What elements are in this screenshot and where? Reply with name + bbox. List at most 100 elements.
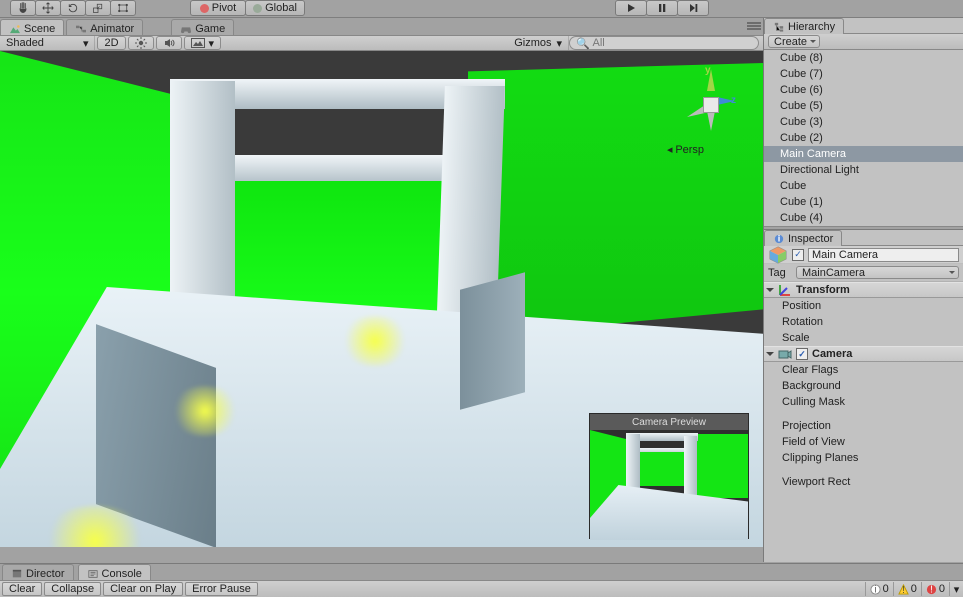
inspector-icon: i	[773, 234, 785, 244]
hierarchy-item[interactable]: Cube (7)	[764, 66, 963, 82]
console-clear-on-play-button[interactable]: Clear on Play	[103, 582, 183, 596]
tab-scene[interactable]: Scene	[0, 19, 64, 35]
console-icon	[87, 569, 99, 579]
hierarchy-item[interactable]: Directional Light	[764, 162, 963, 178]
scene-icon	[9, 24, 21, 34]
toggle-2d[interactable]: 2D	[97, 36, 125, 50]
transform-property[interactable]: Rotation	[764, 314, 963, 330]
tab-game-label: Game	[195, 23, 225, 35]
toggle-audio[interactable]	[156, 36, 182, 50]
camera-preview-title: Camera Preview	[590, 414, 748, 430]
svg-text:!: !	[930, 584, 933, 595]
hierarchy-item[interactable]: Cube	[764, 178, 963, 194]
right-column: Hierarchy Create Cube (8)Cube (7)Cube (6…	[763, 18, 963, 562]
scale-tool-button[interactable]	[85, 0, 111, 16]
hierarchy-item[interactable]: Cube (2)	[764, 130, 963, 146]
handle-mode-group: Pivot Global	[190, 0, 304, 16]
search-icon: 🔍	[576, 37, 590, 50]
hierarchy-item[interactable]: Cube (5)	[764, 98, 963, 114]
console-menu-icon[interactable]: ▾	[949, 582, 963, 596]
camera-property[interactable]: Field of View	[764, 434, 963, 450]
scene-search-input[interactable]: 🔍 All	[569, 36, 759, 50]
hierarchy-item[interactable]: Cube (6)	[764, 82, 963, 98]
tab-game[interactable]: Game	[171, 19, 234, 35]
error-icon: !	[926, 584, 937, 595]
toggle-fx[interactable]: ▾	[184, 36, 222, 50]
transform-property[interactable]: Scale	[764, 330, 963, 346]
console-info-count[interactable]: i0	[865, 582, 893, 596]
svg-text:i: i	[778, 234, 781, 244]
hierarchy-item[interactable]: Cube (1)	[764, 194, 963, 210]
camera-property[interactable]: Culling Mask	[764, 394, 963, 410]
camera-icon	[778, 347, 792, 361]
rect-tool-button[interactable]	[110, 0, 136, 16]
console-error-pause-button[interactable]: Error Pause	[185, 582, 258, 596]
tab-hierarchy[interactable]: Hierarchy	[764, 18, 844, 34]
pivot-button[interactable]: Pivot	[190, 0, 246, 16]
pause-button[interactable]	[646, 0, 678, 16]
camera-property[interactable]: Clipping Planes	[764, 450, 963, 466]
global-button[interactable]: Global	[245, 0, 305, 16]
animator-icon	[75, 24, 87, 34]
orientation-gizmo[interactable]: y z ◂ Persp	[675, 61, 745, 151]
gameobject-enabled-checkbox[interactable]: ✓	[792, 249, 804, 261]
hierarchy-item[interactable]: Cube (8)	[764, 50, 963, 66]
move-tool-button[interactable]	[35, 0, 61, 16]
persp-label: Persp	[675, 144, 704, 156]
panel-menu-icon[interactable]	[747, 22, 761, 32]
gameobject-header: ✓ Main Camera	[764, 246, 963, 264]
sun-icon	[135, 37, 147, 49]
director-icon	[11, 569, 23, 579]
game-icon	[180, 24, 192, 34]
spacer	[764, 466, 963, 474]
transform-property[interactable]: Position	[764, 298, 963, 314]
audio-icon	[163, 37, 175, 49]
tab-scene-label: Scene	[24, 23, 55, 35]
console-error-count[interactable]: !0	[921, 582, 949, 596]
tag-label: Tag	[768, 267, 792, 279]
hierarchy-toolbar: Create	[764, 34, 963, 50]
rotate-tool-button[interactable]	[60, 0, 86, 16]
toggle-lighting[interactable]	[128, 36, 154, 50]
camera-component-header[interactable]: ✓ Camera	[764, 346, 963, 362]
tab-animator[interactable]: Animator	[66, 19, 143, 35]
tag-row: Tag MainCamera	[764, 264, 963, 282]
gameobject-name-field[interactable]: Main Camera	[808, 248, 959, 262]
hierarchy-list[interactable]: Cube (8)Cube (7)Cube (6)Cube (5)Cube (3)…	[764, 50, 963, 226]
hierarchy-create-dropdown[interactable]: Create	[768, 35, 820, 48]
transform-component-header[interactable]: Transform	[764, 282, 963, 298]
console-toolbar: Clear Collapse Clear on Play Error Pause…	[0, 580, 963, 597]
camera-enabled-checkbox[interactable]: ✓	[796, 348, 808, 360]
camera-preview: Camera Preview	[589, 413, 749, 539]
hierarchy-item[interactable]: Cube (3)	[764, 114, 963, 130]
tag-dropdown[interactable]: MainCamera	[796, 266, 959, 279]
tab-console[interactable]: Console	[78, 564, 151, 580]
camera-property[interactable]: Background	[764, 378, 963, 394]
svg-text:i: i	[874, 584, 876, 595]
camera-property[interactable]: Projection	[764, 418, 963, 434]
axis-z-label: z	[731, 95, 736, 106]
spacer	[764, 410, 963, 418]
step-button[interactable]	[677, 0, 709, 16]
console-warn-count[interactable]: !0	[893, 582, 921, 596]
hand-tool-button[interactable]	[10, 0, 36, 16]
scene-viewport[interactable]: y z ◂ Persp Camera Preview	[0, 51, 763, 547]
transform-icon	[778, 283, 792, 297]
shading-dropdown[interactable]: Shaded▾	[0, 36, 95, 50]
tab-hierarchy-label: Hierarchy	[788, 21, 835, 33]
camera-property[interactable]: Viewport Rect	[764, 474, 963, 490]
play-button[interactable]	[615, 0, 647, 16]
image-icon	[191, 38, 205, 48]
console-clear-button[interactable]: Clear	[2, 582, 42, 596]
hierarchy-item[interactable]: Cube (4)	[764, 210, 963, 226]
inspector-tab-row: i Inspector	[764, 230, 963, 246]
inspector-panel: ✓ Main Camera Tag MainCamera Transform P…	[764, 246, 963, 562]
tab-animator-label: Animator	[90, 23, 134, 35]
scene-toolbar: Shaded▾ 2D ▾ Gizmos▾ 🔍 All	[0, 35, 763, 51]
console-collapse-button[interactable]: Collapse	[44, 582, 101, 596]
camera-property[interactable]: Clear Flags	[764, 362, 963, 378]
gizmos-dropdown[interactable]: Gizmos▾	[508, 36, 569, 50]
tab-director[interactable]: Director	[2, 564, 74, 580]
tab-inspector[interactable]: i Inspector	[764, 230, 842, 246]
hierarchy-item[interactable]: Main Camera	[764, 146, 963, 162]
